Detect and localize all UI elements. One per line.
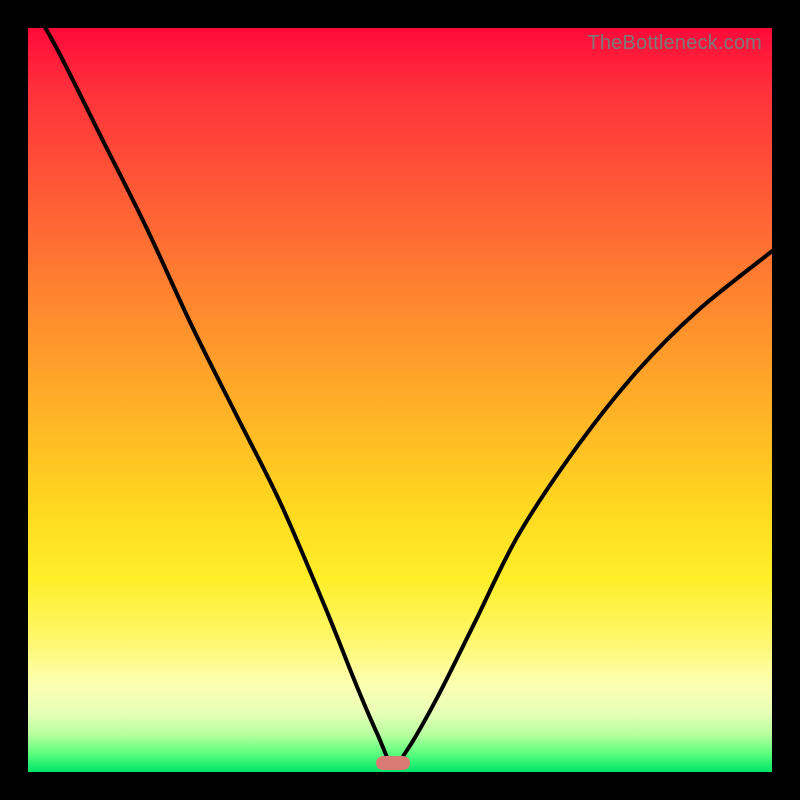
chart-frame: TheBottleneck.com [0,0,800,800]
optimal-marker [376,756,410,770]
curve-path [28,0,772,765]
bottleneck-curve [28,28,772,772]
plot-area: TheBottleneck.com [28,28,772,772]
